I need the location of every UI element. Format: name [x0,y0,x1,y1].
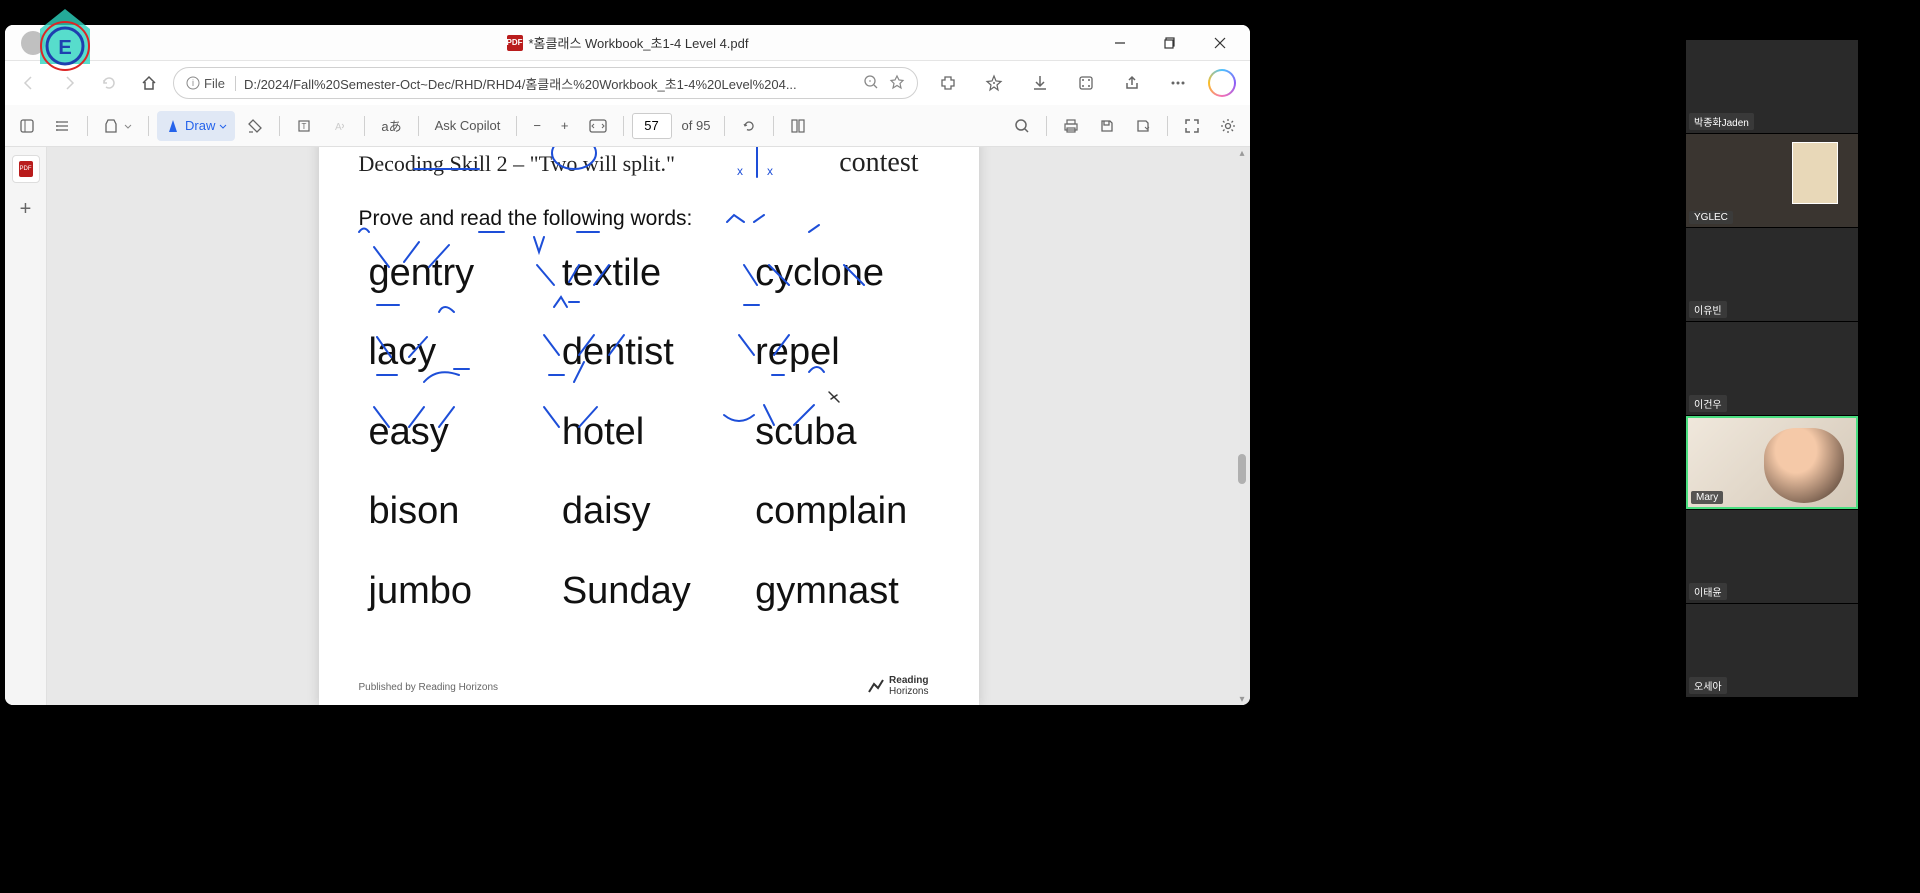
copilot-button[interactable] [1208,69,1236,97]
performance-icon[interactable] [1070,67,1102,99]
print-button[interactable] [1055,111,1087,141]
scroll-down-button[interactable]: ▾ [1236,693,1248,705]
maximize-button[interactable] [1150,28,1190,58]
minimize-button[interactable] [1100,28,1140,58]
zoom-out-button[interactable]: − [525,111,549,141]
pdf-viewer[interactable]: Decoding Skill 2 – "Two will split." con… [47,147,1250,705]
title-bar: PDF *홈클래스 Workbook_초1-4 Level 4.pdf [5,25,1250,61]
page-total: of 95 [676,118,717,133]
side-rail: PDF + [5,147,47,705]
favorite-icon[interactable] [889,74,905,93]
word-scuba: scuba [755,408,938,457]
word-lacy: lacy [369,328,552,377]
shared-thumbnail [1792,142,1838,204]
erase-button[interactable] [239,111,271,141]
extensions-icon[interactable] [932,67,964,99]
favorites-icon[interactable] [978,67,1010,99]
word-sunday: Sunday [562,567,745,616]
participant-tile[interactable]: 이건우 [1686,322,1858,415]
file-label: File [204,76,225,91]
downloads-icon[interactable] [1024,67,1056,99]
fit-button[interactable] [581,111,615,141]
participants-panel: 박종화Jaden YGLEC 이유빈 이건우 Mary 이태윤 오세아 [1686,40,1858,697]
participant-name: 이유빈 [1689,301,1727,318]
word-textile: textile [562,249,745,298]
rotate-button[interactable] [733,111,765,141]
participant-name: 박종화Jaden [1689,113,1754,130]
fullscreen-button[interactable] [1176,111,1208,141]
word-gymnast: gymnast [755,567,938,616]
participant-name: 이태윤 [1689,583,1727,600]
search-button[interactable] [1006,111,1038,141]
participant-name: 이건우 [1689,395,1727,412]
svg-text:i: i [192,78,194,88]
settings-button[interactable] [1212,111,1244,141]
address-bar: i File D:/2024/Fall%20Semester-Oct~Dec/R… [5,61,1250,105]
scroll-up-button[interactable]: ▴ [1236,147,1248,159]
word-repel: repel [755,328,938,377]
share-icon[interactable] [1116,67,1148,99]
footer-publisher: Published by Reading Horizons [359,682,499,693]
pdf-icon: PDF [507,35,523,51]
svg-text:A: A [335,122,342,133]
translate-button[interactable]: aあ [373,111,409,141]
word-easy: easy [369,408,552,457]
draw-button[interactable]: Draw [157,111,235,141]
word-cyclone: cyclone [755,249,938,298]
sidebar-toggle[interactable] [11,111,43,141]
instruction-text: Prove and read the following words: [359,207,939,231]
participant-tile[interactable]: 박종화Jaden [1686,40,1858,133]
word-hotel: hotel [562,408,745,457]
example-word: contest [839,147,918,179]
ask-copilot-button[interactable]: Ask Copilot [427,111,509,141]
zoom-in-button[interactable]: + [553,111,577,141]
save-button[interactable] [1091,111,1123,141]
scroll-thumb[interactable] [1238,454,1246,484]
pdf-toolbar: Draw T A aあ Ask Copilot − + of 95 [5,105,1250,147]
more-icon[interactable] [1162,67,1194,99]
participant-video [1764,428,1844,503]
main-window: PDF *홈클래스 Workbook_초1-4 Level 4.pdf [5,25,1250,705]
page-heading: Decoding Skill 2 – "Two will split." [359,151,675,177]
readaloud-button[interactable]: A [324,111,356,141]
home-button[interactable] [133,67,165,99]
scrollbar[interactable]: ▴ ▾ [1236,147,1248,705]
word-bison: bison [369,487,552,536]
content-area: PDF + Decoding Skill 2 – "Two will split… [5,147,1250,705]
draw-label: Draw [185,118,215,133]
participant-name: YGLEC [1689,211,1733,224]
text-button[interactable]: T [288,111,320,141]
highlight-button[interactable] [96,111,140,141]
contents-icon[interactable] [47,111,79,141]
participant-tile-speaking[interactable]: Mary [1686,416,1858,509]
word-jumbo: jumbo [369,567,552,616]
footer-logo: Reading Horizons [867,675,928,697]
app-logo-icon: E [30,4,100,84]
pdf-page: Decoding Skill 2 – "Two will split." con… [319,147,979,705]
words-grid: gentry textile cyclone lacy dentist repe… [369,249,939,616]
svg-text:T: T [302,122,307,131]
participant-tile[interactable]: 오세아 [1686,604,1858,697]
participant-tile[interactable]: 이유빈 [1686,228,1858,321]
word-complain: complain [755,487,938,536]
page-input[interactable] [632,113,672,139]
address-input[interactable]: i File D:/2024/Fall%20Semester-Oct~Dec/R… [173,67,918,99]
save-as-button[interactable] [1127,111,1159,141]
participant-tile[interactable]: YGLEC [1686,134,1858,227]
close-button[interactable] [1200,28,1240,58]
svg-text:E: E [58,37,71,59]
window-title: *홈클래스 Workbook_초1-4 Level 4.pdf [529,33,749,52]
page-view-button[interactable] [782,111,814,141]
word-dentist: dentist [562,328,745,377]
word-daisy: daisy [562,487,745,536]
participant-name: Mary [1691,491,1723,504]
zoom-icon[interactable] [863,74,879,93]
participant-name: 오세아 [1689,677,1727,694]
address-path: D:/2024/Fall%20Semester-Oct~Dec/RHD/RHD4… [244,74,855,93]
participant-tile[interactable]: 이태윤 [1686,510,1858,603]
add-tab-icon[interactable]: + [12,195,40,223]
word-gentry: gentry [369,249,552,298]
pdf-tab-icon[interactable]: PDF [12,155,40,183]
